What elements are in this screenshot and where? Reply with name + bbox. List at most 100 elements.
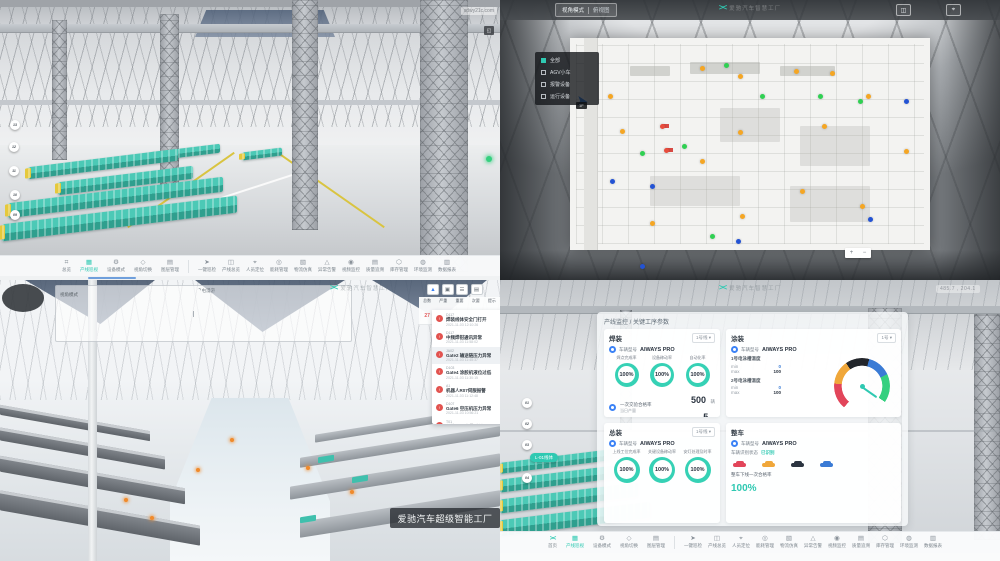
toolbar-item[interactable]: ◎ 能耗管理	[270, 260, 288, 273]
alarm-toolbar-button[interactable]: ▣	[442, 284, 454, 295]
station-badge[interactable]: 01	[522, 398, 532, 408]
zoom-out-button[interactable]: −	[858, 248, 871, 258]
view-mode-pill[interactable]: 视角模式 自由漫游	[55, 285, 352, 342]
line-filter-dropdown[interactable]: 1号线 ▾	[692, 427, 715, 437]
toolbar-item[interactable]: ◫ 产线总览	[708, 536, 726, 549]
alarm-toolbar-button[interactable]: ☰	[456, 284, 468, 295]
toolbar-item[interactable]: ◍ 环境监测	[900, 536, 918, 549]
toolbar-item[interactable]: >< 首页	[548, 536, 557, 549]
toolbar-item[interactable]: ◎ 能耗管理	[756, 536, 774, 549]
alarm-list-item[interactable]: ! D107 Gate6 空压机压力异常 2021-11-03 10:56:21	[432, 400, 500, 418]
station-badge[interactable]: 10	[10, 190, 20, 200]
toolbar-item[interactable]: ◇ 视角切换	[134, 260, 152, 273]
toolbar-item[interactable]: ⌖ 人员定位	[732, 536, 750, 549]
toolbar-item[interactable]: ▧ 物流仿真	[294, 260, 312, 273]
map-device-dot[interactable]	[868, 217, 873, 222]
map-device-dot[interactable]	[738, 130, 743, 135]
machine-tag[interactable]: L-01线体	[530, 453, 558, 462]
station-badge[interactable]: 13	[10, 120, 20, 130]
toolbar-item[interactable]: ▧ 物流仿真	[780, 536, 798, 549]
map-device-dot[interactable]	[800, 189, 805, 194]
toolbar-item[interactable]: ◉ 视频监控	[828, 536, 846, 549]
view-mode-pill[interactable]: 视角模式 俯视图	[555, 3, 617, 17]
toolbar-item[interactable]: ▥ 数据报表	[924, 536, 942, 549]
alarm-list-item[interactable]: ! D117 中频焊钳通讯异常 2021-11-03 11:58:02	[432, 329, 500, 347]
toolbar-item[interactable]: ▤ 图层管理	[647, 536, 665, 549]
scrollbar-thumb[interactable]	[88, 277, 136, 279]
toolbar-item[interactable]: ⌗ 总览	[62, 260, 71, 273]
map-device-dot[interactable]	[860, 204, 865, 209]
map-device-dot[interactable]	[700, 159, 705, 164]
toolbar-item[interactable]: ⚙ 设备模式	[593, 536, 611, 549]
top-bar-button[interactable]: ◫	[896, 4, 911, 16]
map-device-dot[interactable]	[818, 94, 823, 99]
map-device-dot[interactable]	[904, 149, 909, 154]
toolbar-item[interactable]: ⌖ 人员定位	[246, 260, 264, 273]
toolbar-item[interactable]: ◇ 视角切换	[620, 536, 638, 549]
map-device-dot[interactable]	[858, 99, 863, 104]
map-device-dot[interactable]	[904, 99, 909, 104]
toolbar-item[interactable]: ➤ 一键巡检	[684, 536, 702, 549]
toolbar-item[interactable]: △ 异常告警	[318, 260, 336, 273]
map-device-dot[interactable]	[650, 221, 655, 226]
line-filter-dropdown[interactable]: 1号线 ▾	[692, 333, 715, 343]
map-device-dot[interactable]	[700, 66, 705, 71]
map-device-dot[interactable]	[760, 94, 765, 99]
map-device-dot[interactable]	[736, 239, 741, 244]
zoom-in-button[interactable]: +	[845, 248, 858, 258]
station-badge[interactable]: 04	[522, 473, 532, 483]
floor-tag[interactable]: 1F	[576, 102, 587, 109]
map-device-dot[interactable]	[830, 71, 835, 76]
alarm-list-item[interactable]: ! JA02 Gate2 输送链压力异常 2021-11-03 11:45:37	[432, 347, 500, 365]
toolbar-item[interactable]: ◫ 产线总览	[222, 260, 240, 273]
map-device-dot[interactable]	[740, 214, 745, 219]
map-device-dot[interactable]	[794, 69, 799, 74]
toolbar-item[interactable]: ⬡ 库存管理	[390, 260, 408, 273]
toolbar-item[interactable]: ▤ 质量追溯	[852, 536, 870, 549]
toolbar-item[interactable]: ⚙ 设备模式	[107, 260, 125, 273]
alarm-list-item[interactable]: ! A1 机器人R07伺服报警 2021-11-03 11:12:48	[432, 382, 500, 400]
map-device-dot[interactable]	[608, 94, 613, 99]
station-badge[interactable]: 11	[9, 166, 19, 176]
top-bar-button[interactable]: ⌖	[946, 4, 961, 16]
toolbar-item[interactable]: ▤ 质量追溯	[366, 260, 384, 273]
map-device-dot[interactable]	[660, 124, 665, 129]
map-device-dot[interactable]	[640, 264, 645, 269]
map-device-dot[interactable]	[822, 124, 827, 129]
map-device-dot[interactable]	[724, 63, 729, 68]
map-device-dot[interactable]	[610, 179, 615, 184]
toolbar-item[interactable]: ▦ 产线巡视	[80, 260, 98, 273]
map-device-dot[interactable]	[710, 234, 715, 239]
station-badge[interactable]: 12	[9, 142, 19, 152]
floor-plan-map[interactable]	[570, 38, 930, 250]
line-filter-dropdown[interactable]: 1号 ▾	[877, 333, 896, 343]
station-badge[interactable]: 02	[522, 419, 532, 429]
toolbar-item[interactable]: ➤ 一键巡检	[198, 260, 216, 273]
alarm-list-item[interactable]: ! D103 Gate4 涂胶机液位过低 2021-11-03 11:30:15	[432, 364, 500, 382]
toolbar-item[interactable]: ▦ 产线巡视	[566, 536, 584, 549]
alarm-toolbar-button[interactable]: ▲	[427, 284, 439, 295]
toolbar-item[interactable]: ◉ 视频监控	[342, 260, 360, 273]
station-badge[interactable]: 09	[10, 210, 20, 220]
alarm-list-item[interactable]: ! T01 总装AGV电量过低 2021-11-03 10:41:09	[432, 418, 500, 424]
map-device-dot[interactable]	[640, 151, 645, 156]
station-badge[interactable]: 03	[522, 440, 532, 450]
legend-row[interactable]: 全部	[541, 57, 593, 64]
map-device-dot[interactable]	[866, 94, 871, 99]
toolbar-item[interactable]: ⬡ 库存管理	[876, 536, 894, 549]
map-device-dot[interactable]	[682, 144, 687, 149]
map-device-dot[interactable]	[738, 74, 743, 79]
map-device-dot[interactable]	[620, 129, 625, 134]
legend-row[interactable]: 运行设备	[541, 93, 593, 100]
alarm-toolbar-button[interactable]: ▤	[471, 284, 483, 295]
map-device-dot[interactable]	[650, 184, 655, 189]
legend-row[interactable]: AGV小车	[541, 69, 593, 76]
toolbar-item[interactable]: ◍ 环境监测	[414, 260, 432, 273]
toolbar-item[interactable]: ▥ 数据报表	[438, 260, 456, 273]
toolbar-item[interactable]: △ 异常告警	[804, 536, 822, 549]
toolbar-item[interactable]: ▤ 图层管理	[161, 260, 179, 273]
alarm-list-item[interactable]: ! D117 焊装线体安全门打开 2021-11-03 12:10:26	[432, 311, 500, 329]
map-device-dot[interactable]	[664, 148, 669, 153]
screenshot-button[interactable]: ◱	[484, 26, 494, 35]
legend-row[interactable]: 报警设备	[541, 81, 593, 88]
